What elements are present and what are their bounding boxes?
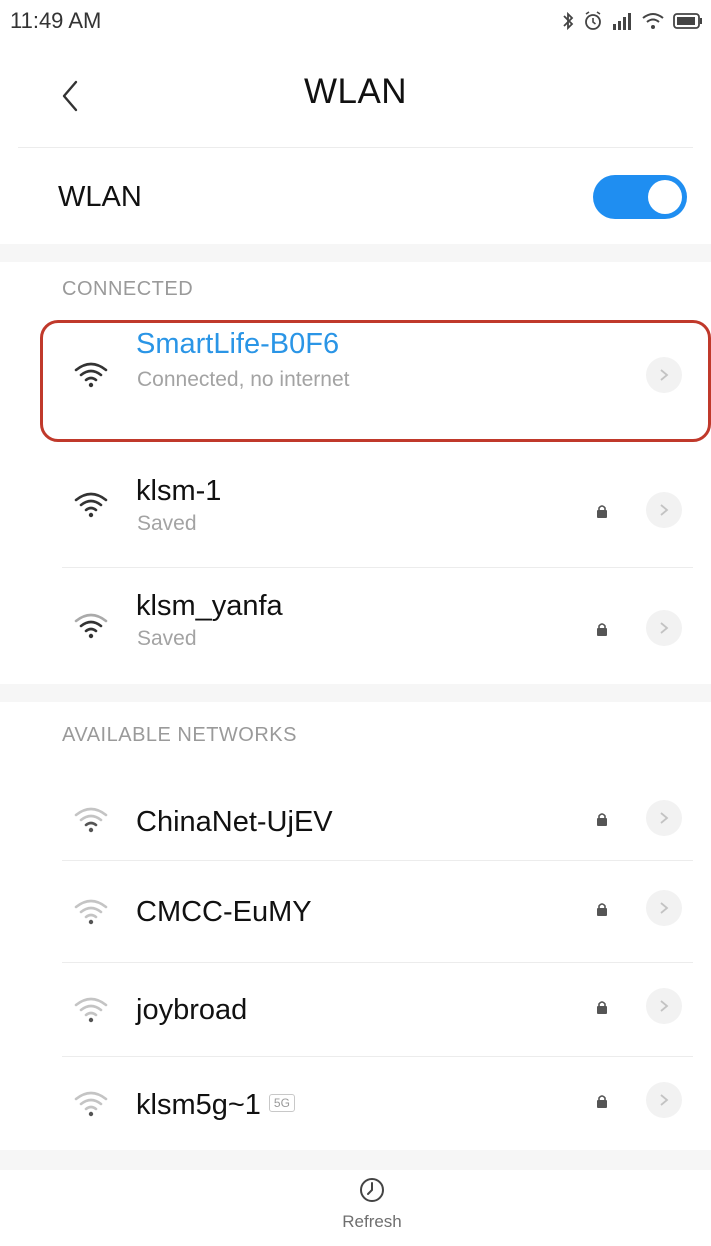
bluetooth-icon [563,11,574,31]
wlan-toggle-row[interactable]: WLAN [0,148,711,244]
network-details-button[interactable] [646,890,682,926]
alarm-icon [585,11,601,30]
refresh-button[interactable]: Refresh [320,1170,424,1246]
bottom-bar: Refresh [0,1170,711,1246]
status-icons [561,8,703,34]
network-row-klsm5g[interactable]: klsm5g~1 5G [0,1058,711,1150]
chevron-right-icon [660,1094,669,1106]
wlan-label: WLAN [58,181,142,213]
lock-icon [597,1001,607,1014]
lock-icon [597,623,607,636]
lock-icon [597,505,607,518]
chevron-right-icon [660,902,669,914]
wifi-weak-icon [74,899,108,925]
network-details-button[interactable] [646,610,682,646]
page-title: WLAN [303,72,408,111]
network-details-button[interactable] [646,800,682,836]
refresh-label: Refresh [342,1212,402,1231]
wifi-status-icon [642,13,664,29]
network-status: Saved [137,512,197,535]
wifi-weak-icon [74,997,108,1023]
chevron-right-icon [660,369,669,381]
chevron-right-icon [660,622,669,634]
row-divider [62,1056,693,1057]
lock-icon [597,1095,607,1108]
network-name: klsm_yanfa [136,590,283,622]
battery-icon [673,13,702,29]
status-time: 11:49 AM [10,8,102,33]
network-status: Saved [137,627,197,650]
network-row-klsm-yanfa[interactable]: klsm_yanfa Saved [0,568,711,680]
network-status: Connected, no internet [137,368,350,391]
network-name: SmartLife-B0F6 [136,328,340,360]
wifi-strong-icon [74,492,108,518]
wifi-strong-icon [74,362,108,388]
chevron-right-icon [660,1000,669,1012]
section-separator [0,684,711,702]
network-details-button[interactable] [646,1082,682,1118]
chevron-right-icon [660,504,669,516]
network-details-button[interactable] [646,988,682,1024]
network-name: joybroad [136,994,248,1026]
section-separator [0,1150,711,1170]
network-name: klsm5g~1 5G [136,1089,295,1122]
cellular-signal-icon [613,13,631,30]
wlan-toggle[interactable] [593,175,687,219]
wifi-medium-icon [74,613,108,639]
section-separator [0,244,711,262]
network-row-joybroad[interactable]: joybroad [0,962,711,1058]
wifi-weak-icon [74,807,108,833]
network-name-text: klsm5g~1 [136,1089,261,1121]
network-row-klsm-1[interactable]: klsm-1 Saved [0,455,711,567]
5g-badge: 5G [268,1094,295,1113]
network-details-button[interactable] [646,492,682,528]
section-header-connected: CONNECTED [62,278,194,300]
lock-icon [597,813,607,826]
network-name: ChinaNet-UjEV [136,806,333,838]
network-name: klsm-1 [136,475,222,507]
network-row-smartlife[interactable]: SmartLife-B0F6 Connected, no internet [0,325,711,437]
section-header-available: AVAILABLE NETWORKS [62,724,297,746]
header: WLAN [0,44,711,148]
status-bar: 11:49 AM [0,0,711,44]
network-row-cmcc[interactable]: CMCC-EuMY [0,860,711,962]
refresh-icon [360,1178,384,1202]
network-name: CMCC-EuMY [136,896,312,928]
wifi-weak-icon [74,1091,108,1117]
chevron-right-icon [660,812,669,824]
toggle-knob [648,180,682,214]
network-details-button[interactable] [646,357,682,393]
lock-icon [597,903,607,916]
